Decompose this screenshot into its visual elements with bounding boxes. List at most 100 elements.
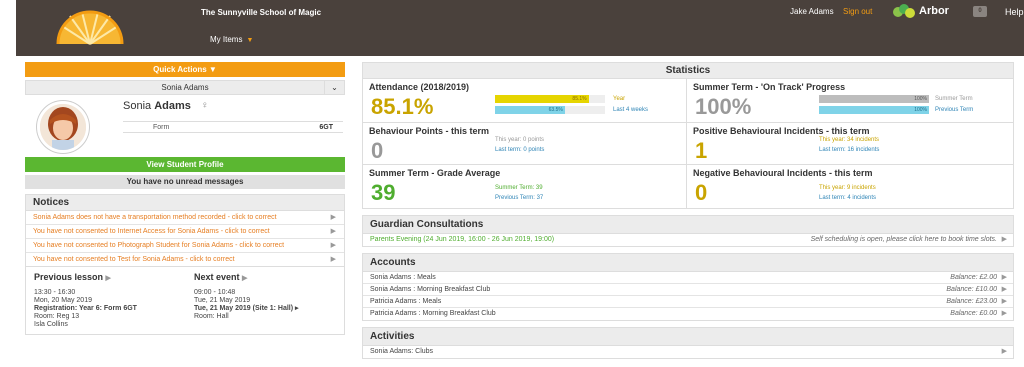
arrow-right-icon: ▶ (242, 275, 248, 282)
account-balance: Balance: £2.00 (950, 274, 997, 281)
grade-value: 39 (371, 180, 396, 205)
activity-row[interactable]: Sonia Adams: Clubs ▶ (363, 346, 1013, 358)
attendance-year-label: Year (613, 96, 626, 102)
notice-item[interactable]: You have not consented to Internet Acces… (26, 225, 344, 239)
next-event[interactable]: Next event ▶ 09:00 - 10:48 Tue, 21 May 2… (194, 273, 344, 321)
notices-title: Notices (26, 195, 344, 211)
caret-down-icon: ▼ (208, 65, 217, 74)
caret-down-icon: ▼ (246, 37, 254, 44)
avatar-photo (40, 104, 86, 150)
arrow-right-icon: ▶ (1001, 274, 1007, 281)
notice-item[interactable]: You have not consented to Photograph Stu… (26, 239, 344, 253)
form-row: Form 6GT (123, 121, 343, 133)
account-name: Patricia Adams : Meals (370, 298, 442, 305)
student-first-name: Sonia (123, 100, 152, 112)
arrow-right-icon: ▸ (295, 305, 299, 312)
account-row[interactable]: Patricia Adams : Meals Balance: £23.00 ▶ (363, 296, 1013, 308)
negative-incidents-stat[interactable]: Negative Behavioural Incidents - this te… (687, 165, 1013, 208)
grade-title: Summer Term - Grade Average (369, 168, 501, 178)
help-link[interactable]: Help (1005, 7, 1024, 17)
my-items-menu[interactable]: My Items ▼ (210, 35, 253, 44)
guardian-consultations-panel: Guardian Consultations Parents Evening (… (362, 215, 1014, 247)
account-balance: Balance: £10.00 (946, 286, 997, 293)
attendance-year-fill: 85.1% (495, 95, 589, 103)
previous-lesson-teacher: Isla Collins (34, 321, 68, 328)
on-track-value: 100% (695, 94, 752, 119)
grade-previous: Previous Term: 37 (495, 195, 544, 201)
notice-text: You have not consented to Test for Sonia… (33, 256, 235, 263)
account-name: Patricia Adams : Morning Breakfast Club (370, 310, 496, 317)
arbor-logo-icon (893, 4, 915, 18)
student-select[interactable]: Sonia Adams ⌄ (25, 80, 345, 95)
attendance-year-bar: 85.1% (495, 95, 605, 103)
arrow-right-icon: ▶ (330, 256, 336, 263)
next-event-time: 09:00 - 10:48 (194, 289, 236, 296)
sign-out-link[interactable]: Sign out (843, 7, 872, 16)
previous-lesson-title: Previous lesson ▶ (34, 273, 184, 283)
arrow-right-icon: ▶ (1001, 286, 1007, 293)
guardian-note: Self scheduling is open, please click he… (810, 236, 997, 243)
on-track-stat[interactable]: Summer Term - 'On Track' Progress 100% 1… (687, 79, 1013, 123)
school-logo[interactable] (56, 4, 124, 50)
account-balance: Balance: £23.00 (946, 298, 997, 305)
behaviour-points-stat[interactable]: Behaviour Points - this term 0 This year… (363, 123, 687, 165)
account-balance: Balance: £0.00 (950, 310, 997, 317)
negative-value: 0 (695, 180, 708, 205)
previous-lesson-date: Mon, 20 May 2019 (34, 297, 92, 304)
user-name: Jake Adams (790, 7, 834, 16)
student-name: Sonia Adams (123, 100, 191, 112)
on-track-summer-fill: 100% (819, 95, 929, 103)
grade-average-stat[interactable]: Summer Term - Grade Average 39 Summer Te… (363, 165, 687, 208)
previous-lesson[interactable]: Previous lesson ▶ 13:30 - 16:30 Mon, 20 … (34, 273, 184, 329)
previous-lesson-registration: Registration: Year 6: Form 6GT (34, 305, 137, 312)
next-event-label: Next event (194, 272, 240, 282)
positive-title: Positive Behavioural Incidents - this te… (693, 126, 870, 136)
form-value: 6GT (319, 124, 333, 131)
on-track-summer-bar: 100% (819, 95, 929, 103)
student-select-label: Sonia Adams (161, 83, 209, 92)
notice-text: Sonia Adams does not have a transportati… (33, 214, 277, 221)
next-event-name: Tue, 21 May 2019 (Site 1: Hall) ▸ (194, 305, 344, 313)
guardian-event-row[interactable]: Parents Evening (24 Jun 2019, 16:00 - 26… (363, 234, 1013, 246)
account-name: Sonia Adams : Morning Breakfast Club (370, 286, 491, 293)
left-column: Quick Actions ▼ Sonia Adams ⌄ Sonia Adam… (25, 62, 345, 335)
view-student-profile-button[interactable]: View Student Profile (25, 157, 345, 172)
account-row[interactable]: Sonia Adams : Morning Breakfast Club Bala… (363, 284, 1013, 296)
on-track-prev-label: Previous Term (935, 107, 974, 113)
notice-item[interactable]: You have not consented to Test for Sonia… (26, 253, 344, 266)
attendance-weeks-label: Last 4 weeks (613, 107, 649, 113)
female-icon: ♀ (201, 100, 209, 111)
behaviour-last-term: Last term: 0 points (495, 147, 545, 153)
mail-icon[interactable]: 0 (973, 6, 987, 17)
attendance-value: 85.1% (371, 94, 434, 119)
arrow-right-icon: ▶ (1001, 310, 1007, 317)
attendance-stat[interactable]: Attendance (2018/2019) 85.1% 85.1% Year … (363, 79, 687, 123)
activities-title: Activities (363, 328, 1013, 346)
arrow-right-icon: ▶ (105, 275, 111, 282)
positive-last-term: Last term: 16 incidents (819, 147, 880, 153)
arbor-brand[interactable]: Arbor (892, 4, 964, 20)
form-label: Form (153, 124, 170, 131)
next-event-room: Room: Hall (194, 313, 229, 320)
arbor-wordmark: Arbor (919, 5, 949, 17)
behaviour-title: Behaviour Points - this term (369, 126, 490, 136)
positive-this-term: This year: 34 incidents (819, 137, 880, 143)
notice-item[interactable]: Sonia Adams does not have a transportati… (26, 211, 344, 225)
positive-incidents-stat[interactable]: Positive Behavioural Incidents - this te… (687, 123, 1013, 165)
quick-actions-button[interactable]: Quick Actions ▼ (25, 62, 345, 77)
negative-last-term: Last term: 4 incidents (819, 195, 877, 201)
on-track-title: Summer Term - 'On Track' Progress (693, 82, 846, 92)
previous-lesson-label: Previous lesson (34, 272, 104, 282)
statistics-title: Statistics (363, 63, 1013, 79)
school-name: The Sunnyville School of Magic (201, 8, 322, 17)
guardian-title: Guardian Consultations (363, 216, 1013, 234)
account-row[interactable]: Patricia Adams : Morning Breakfast Club B… (363, 308, 1013, 320)
arrow-right-icon: ▶ (1001, 348, 1007, 355)
attendance-weeks-fill: 63.5% (495, 106, 565, 114)
account-row[interactable]: Sonia Adams : Meals Balance: £2.00 ▶ (363, 272, 1013, 284)
arrow-right-icon: ▶ (330, 228, 336, 235)
my-items-label: My Items (210, 35, 243, 44)
next-event-name-text: Tue, 21 May 2019 (Site 1: Hall) (194, 305, 294, 312)
chevron-down-icon[interactable]: ⌄ (324, 81, 344, 94)
account-name: Sonia Adams : Meals (370, 274, 436, 281)
